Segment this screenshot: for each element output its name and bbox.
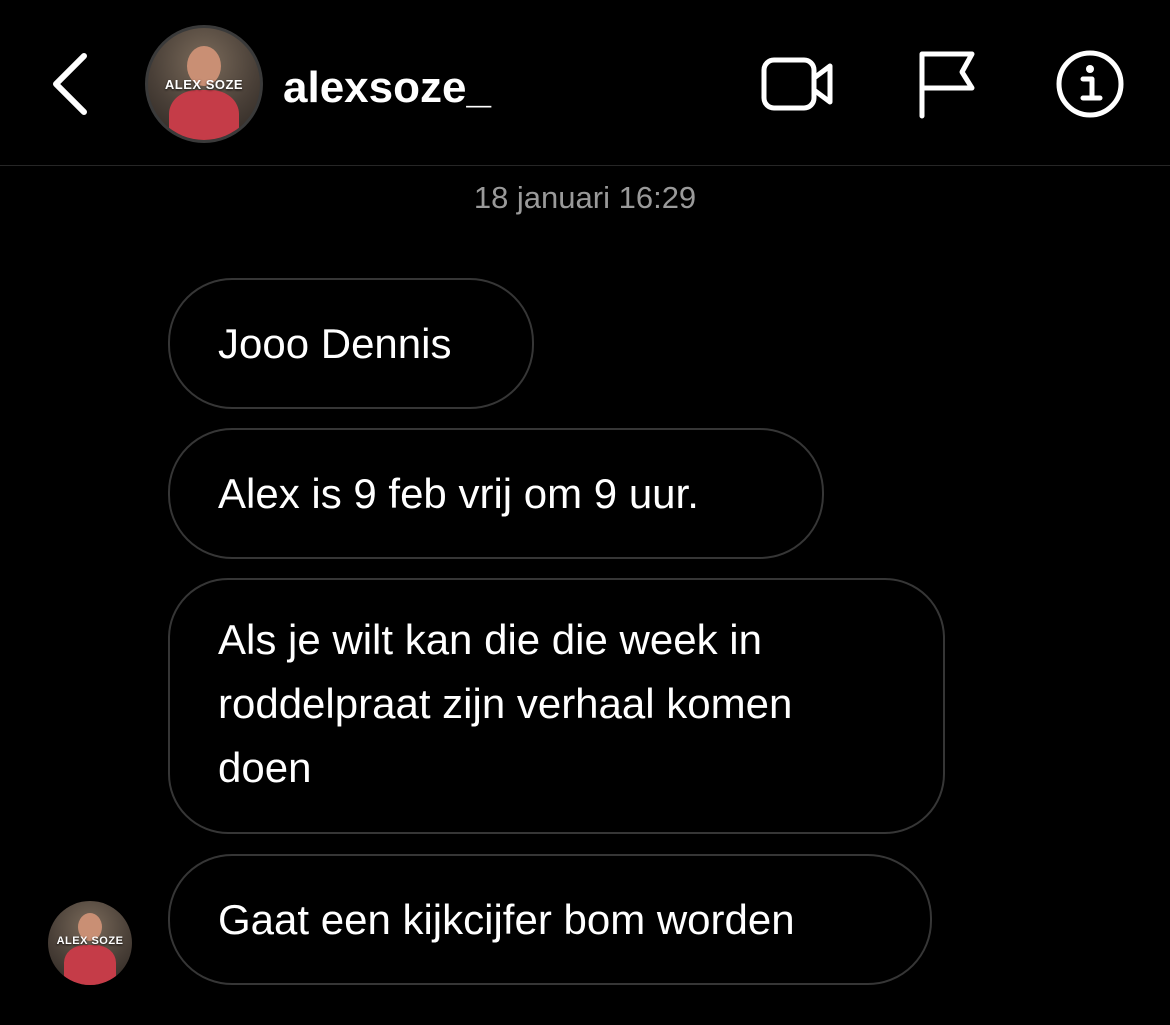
profile-avatar[interactable]: ALEX SOZE [145,25,263,143]
report-flag-button[interactable] [910,48,990,120]
flag-icon [919,51,975,119]
message-text: Alex is 9 feb vrij om 9 uur. [218,469,699,517]
chat-header: ALEX SOZE alexsoze_ [0,0,1170,166]
message-bubble[interactable]: Jooo Dennis [168,278,534,409]
info-icon [1056,50,1124,118]
info-button[interactable] [1050,48,1130,120]
avatar-logo-text: ALEX SOZE [164,77,244,92]
sender-avatar[interactable]: ALEX SOZE [48,901,132,985]
message-bubble[interactable]: Alex is 9 feb vrij om 9 uur. [168,428,824,559]
back-button[interactable] [40,44,100,124]
message-bubble[interactable]: Als je wilt kan die die week in roddelpr… [168,578,945,834]
message-text: Als je wilt kan die die week in roddelpr… [218,616,793,791]
message-bubble[interactable]: Gaat een kijkcijfer bom worden [168,854,932,985]
video-call-icon [761,57,833,111]
avatar-shirt [169,90,239,140]
message-text: Jooo Dennis [218,319,452,367]
message-timestamp: 18 januari 16:29 [473,180,697,215]
message-text: Gaat een kijkcijfer bom worden [218,895,795,943]
username-title[interactable]: alexsoze_ [283,62,491,114]
avatar-logo-text: ALEX SOZE [56,935,124,947]
back-chevron-icon [53,53,87,115]
avatar-shirt [64,945,116,985]
video-call-button[interactable] [758,48,838,120]
